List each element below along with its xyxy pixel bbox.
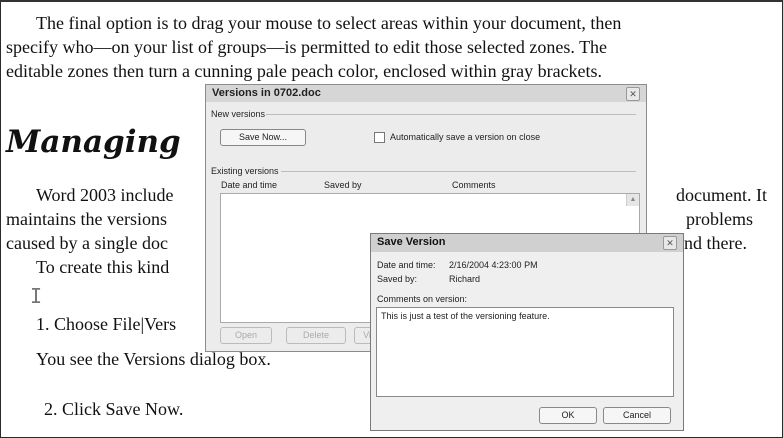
divider — [281, 171, 636, 172]
column-header-comments[interactable]: Comments — [452, 180, 496, 190]
column-header-date[interactable]: Date and time — [221, 180, 277, 190]
doc-para2-right3: nd there. — [684, 233, 747, 253]
doc-para2-line3: caused by a single doc — [6, 233, 168, 253]
existing-versions-label: Existing versions — [211, 166, 279, 176]
save-version-dialog: Save Version ✕ Date and time: 2/16/2004 … — [370, 233, 684, 431]
saved-by-label: Saved by: — [377, 274, 418, 284]
doc-para2-line4: To create this kind — [36, 257, 170, 277]
doc-para2-right1: document. It — [676, 185, 767, 205]
delete-button[interactable]: Delete — [286, 327, 346, 344]
doc-para2-line1: Word 2003 include — [36, 185, 174, 205]
open-button[interactable]: Open — [220, 327, 272, 344]
date-time-label: Date and time: — [377, 260, 436, 270]
cancel-button[interactable]: Cancel — [603, 407, 671, 424]
versions-dialog-titlebar: Versions in 0702.doc ✕ — [206, 85, 646, 102]
auto-save-label: Automatically save a version on close — [390, 132, 541, 142]
date-time-value: 2/16/2004 4:23:00 PM — [449, 260, 538, 270]
comments-label: Comments on version: — [377, 294, 468, 304]
ok-button[interactable]: OK — [539, 407, 597, 424]
divider — [266, 114, 636, 115]
text-cursor-icon: I — [30, 284, 43, 308]
top-border — [0, 0, 783, 2]
doc-para2-line2: maintains the versions — [6, 209, 167, 229]
new-versions-label: New versions — [211, 109, 266, 119]
doc-step2: 2. Click Save Now. — [44, 399, 184, 419]
doc-step1: 1. Choose File|Vers — [36, 314, 177, 334]
close-icon[interactable]: ✕ — [663, 236, 677, 250]
doc-para1-line3: editable zones then turn a cunning pale … — [6, 61, 603, 81]
save-now-button[interactable]: Save Now... — [220, 129, 306, 146]
versions-dialog-title: Versions in 0702.doc — [212, 87, 321, 99]
doc-para1-line2: specify who—on your list of groups—is pe… — [6, 37, 608, 57]
doc-heading: Managing — [6, 124, 181, 160]
comments-textarea[interactable]: This is just a test of the versioning fe… — [376, 307, 674, 397]
column-header-saved-by[interactable]: Saved by — [324, 180, 362, 190]
saved-by-value: Richard — [449, 274, 481, 284]
save-version-titlebar: Save Version ✕ — [371, 234, 683, 252]
doc-para2-right2: problems — [686, 209, 753, 229]
doc-para1-line1: The final option is to drag your mouse t… — [36, 13, 622, 33]
save-version-title: Save Version — [377, 236, 446, 248]
scroll-up-icon[interactable]: ▲ — [626, 194, 639, 206]
auto-save-checkbox[interactable] — [374, 132, 385, 143]
close-icon[interactable]: ✕ — [626, 87, 640, 101]
